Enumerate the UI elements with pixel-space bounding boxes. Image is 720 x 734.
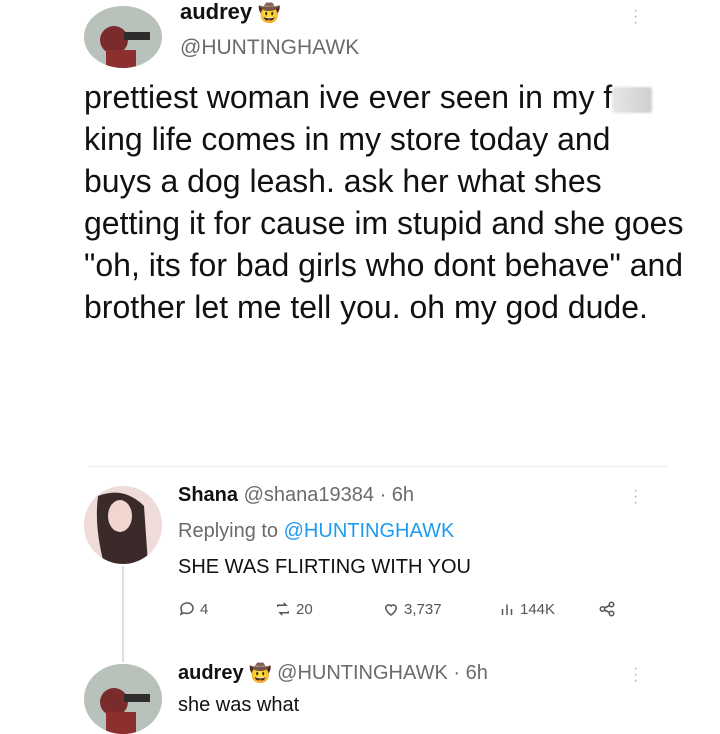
reply-time[interactable]: · 6h xyxy=(453,662,487,684)
replying-to: Replying to @HUNTINGHAWK xyxy=(178,520,454,543)
reply-author-handle[interactable]: @shana19384 xyxy=(244,484,374,506)
like-action[interactable]: 3,737 xyxy=(382,600,442,618)
thread-line xyxy=(122,566,124,662)
reply-action[interactable]: 4 xyxy=(178,600,208,618)
retweet-action[interactable]: 20 xyxy=(274,600,313,618)
more-options-icon[interactable]: · · · xyxy=(633,483,638,511)
heart-icon xyxy=(384,604,398,616)
views-action[interactable]: 144K xyxy=(498,600,555,618)
divider xyxy=(88,466,668,467)
author-name[interactable]: audrey xyxy=(180,0,252,24)
reply-count: 4 xyxy=(200,600,209,618)
more-options-icon[interactable]: · · · xyxy=(633,3,638,31)
tweet-text-part-1: prettiest woman ive ever seen in my f xyxy=(84,79,613,115)
cowboy-emoji-icon: 🤠 xyxy=(258,3,281,23)
author-row: audrey 🤠 xyxy=(180,0,281,25)
reply-text: SHE WAS FLIRTING WITH YOU xyxy=(178,556,471,578)
replying-handle-link[interactable]: @HUNTINGHAWK xyxy=(284,520,455,542)
reply-header: Shana @shana19384 · 6h xyxy=(178,484,414,507)
reply-author-handle[interactable]: @HUNTINGHAWK xyxy=(277,662,448,684)
author-handle[interactable]: @HUNTINGHAWK xyxy=(180,36,359,60)
like-count: 3,737 xyxy=(404,600,442,618)
views-chart-icon xyxy=(501,604,513,615)
tweet-text: prettiest woman ive ever seen in my f kin… xyxy=(84,76,684,328)
reply-header: audrey 🤠 @HUNTINGHAWK · 6h xyxy=(178,662,488,685)
share-icon xyxy=(599,601,615,617)
retweet-icon xyxy=(277,602,289,616)
retweet-count: 20 xyxy=(296,600,313,618)
replying-label: Replying to xyxy=(178,520,279,542)
views-count: 144K xyxy=(520,600,556,618)
reply-icon xyxy=(179,602,194,616)
avatar[interactable] xyxy=(84,6,162,68)
reply-author-name[interactable]: Shana xyxy=(178,484,238,506)
action-bar: 4 20 3,737 144K xyxy=(178,600,638,624)
reply-time[interactable]: · 6h xyxy=(380,484,414,506)
more-options-icon[interactable]: · · · xyxy=(633,661,638,689)
censor-blur xyxy=(612,86,653,113)
share-action[interactable] xyxy=(598,600,616,618)
cowboy-emoji-icon: 🤠 xyxy=(249,663,272,683)
reply-text: she was what xyxy=(178,694,300,716)
reply-author-name[interactable]: audrey xyxy=(178,662,244,684)
avatar[interactable] xyxy=(84,486,162,564)
tweet-text-part-2: king life comes in my store today and bu… xyxy=(84,121,684,325)
